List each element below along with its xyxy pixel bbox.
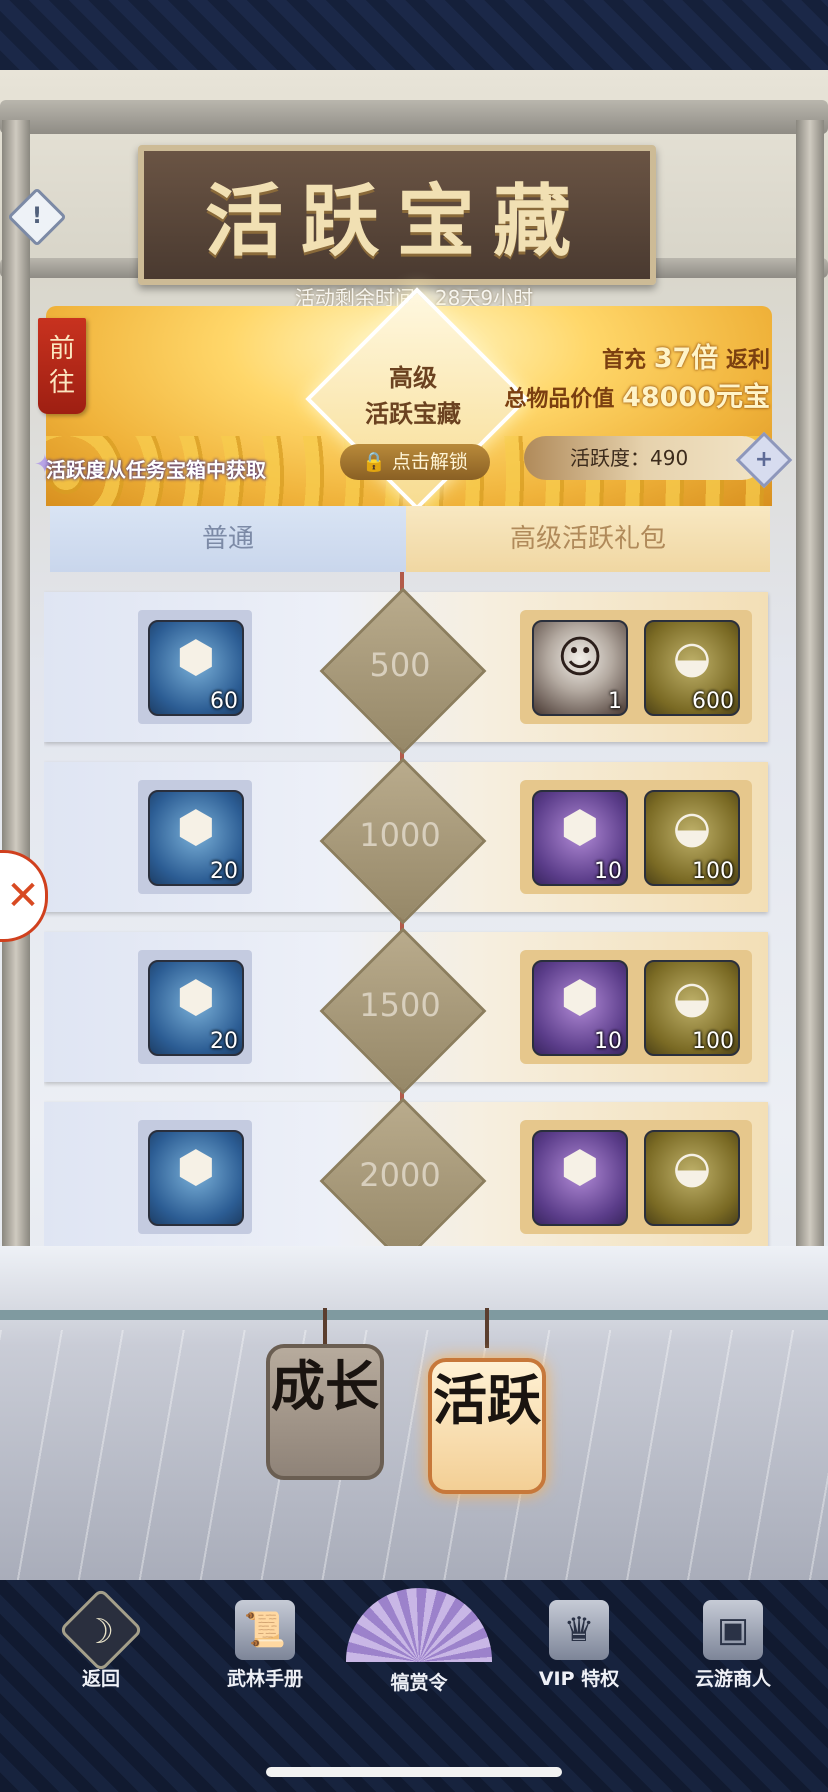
item-quantity: 600 [692,689,734,714]
lantern-activity-tab[interactable]: 活跃 [428,1358,546,1494]
premium-reward-slot: ⬢ 10 ◒ 100 [520,780,752,894]
top-status-band [0,0,828,70]
nav-vip-button[interactable]: ♛ VIP 特权 [504,1600,654,1710]
nav-manual-label: 武林手册 [226,1668,303,1690]
item-quantity: 10 [594,859,622,884]
premium-reward-slot: ⬢ 10 ◒ 100 [520,950,752,1064]
gold-ingot-icon[interactable]: ◒ [644,1130,740,1226]
swords-icon: ✕ [6,873,40,919]
portrait-icon[interactable]: ☺ 1 [532,620,628,716]
merchant-chest-icon: ▣ [703,1600,763,1660]
normal-reward-slot[interactable]: ⬢ 60 [138,610,252,724]
total-value: 48000元宝 [622,382,770,413]
back-icon: ☽ [58,1587,144,1673]
scroll-icon: 📜 [235,1600,295,1660]
goto-tag-button[interactable]: 前往 [38,318,86,414]
lantern-growth-tab[interactable]: 成长 [266,1344,384,1480]
item-quantity: 10 [594,1029,622,1054]
item-quantity: 20 [210,1029,238,1054]
item-quantity: 20 [210,859,238,884]
gold-ingot-icon[interactable]: ◒ 600 [644,620,740,716]
nav-back-button[interactable]: ☽ 返回 [26,1587,176,1710]
purple-token-icon[interactable]: ⬢ [532,1130,628,1226]
fan-icon [346,1588,492,1662]
nav-merchant-label: 云游商人 [694,1668,771,1690]
gold-ingot-icon[interactable]: ◒ 100 [644,790,740,886]
total-value-label: 总物品价值 [504,387,615,412]
normal-reward-slot[interactable]: ⬢ [138,1120,252,1234]
blue-token-icon: ⬢ 60 [148,620,244,716]
premium-treasure-title: 高级 活跃宝藏 [318,360,508,432]
purple-token-icon[interactable]: ⬢ 10 [532,960,628,1056]
lock-icon: 🔒 [362,451,386,473]
premium-title-line2: 活跃宝藏 [365,399,461,428]
normal-reward-slot[interactable]: ⬢ 20 [138,780,252,894]
premium-title-line1: 高级 [389,363,437,392]
purple-token-icon[interactable]: ⬢ 10 [532,790,628,886]
blue-token-icon: ⬢ 20 [148,790,244,886]
milestone-value: 1500 [359,986,441,1024]
unlock-label: 点击解锁 [391,451,468,473]
nav-vip-label: VIP 特权 [538,1668,620,1690]
nav-bounty-label: 犒赏令 [390,1672,448,1694]
nav-manual-button[interactable]: 📜 武林手册 [190,1600,340,1710]
reward-list[interactable]: ⬢60 500 ☺1 ◒600 ⬢20 1000 ⬢10 ◒100 [44,572,774,1246]
nav-merchant-button[interactable]: ▣ 云游商人 [658,1600,808,1710]
activity-points: 活跃度：490 [524,436,764,480]
item-quantity: 100 [692,1029,734,1054]
milestone-value: 1000 [359,816,441,854]
activity-hint: 活跃度从任务宝箱中获取 [46,458,266,482]
first-charge-rebate: 返利 [725,348,770,373]
title-plaque: 活跃宝藏 [138,145,656,285]
page-title: 活跃宝藏 [204,176,589,267]
item-quantity: 1 [608,689,622,714]
first-charge-promo: 首充 37倍 返利 总物品价值 48000元宝 [504,336,770,414]
side-shortcut-button[interactable]: ✕ [0,850,48,942]
deck-planks [0,1330,828,1580]
milestone-value: 2000 [359,1156,441,1194]
reward-row: ⬢ 20 1500 ⬢ 10 ◒ 100 [44,927,768,1095]
first-charge-label: 首充 [602,348,647,373]
first-charge-multiplier: 37倍 [653,343,719,374]
reward-row: ⬢ 20 1000 ⬢ 10 ◒ 100 [44,757,768,925]
reward-row: ⬢ 2000 ⬢ ◒ [44,1097,768,1246]
normal-reward-slot[interactable]: ⬢ 20 [138,950,252,1064]
deck-rail [0,1310,828,1320]
gate-top-beam [0,100,828,134]
lantern-cord [485,1308,489,1348]
item-quantity: 60 [210,689,238,714]
nav-bounty-button[interactable]: 犒赏令 [346,1588,492,1698]
home-indicator[interactable] [266,1767,562,1777]
tab-normal[interactable]: 普通 [50,506,406,572]
blue-token-icon: ⬢ 20 [148,960,244,1056]
blue-token-icon: ⬢ [148,1130,244,1226]
premium-reward-slot: ☺ 1 ◒ 600 [520,610,752,724]
reward-row: ⬢ 60 500 ☺ 1 ◒ 600 [44,587,768,755]
premium-reward-slot: ⬢ ◒ [520,1120,752,1234]
unlock-button[interactable]: 🔒 点击解锁 [340,444,490,480]
milestone-value: 500 [369,646,431,684]
lantern-cord [323,1308,327,1348]
gold-ingot-icon[interactable]: ◒ 100 [644,960,740,1056]
tab-premium-pack[interactable]: 高级活跃礼包 [406,506,770,572]
crown-icon: ♛ [549,1600,609,1660]
item-quantity: 100 [692,859,734,884]
